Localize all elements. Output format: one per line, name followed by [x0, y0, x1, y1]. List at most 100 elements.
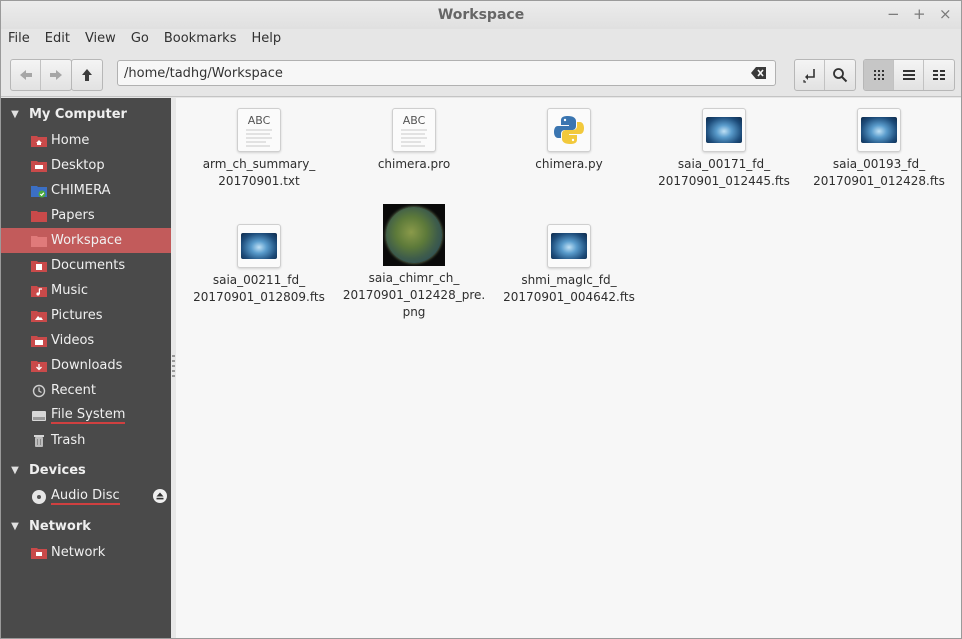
downloads-folder-icon: [31, 359, 47, 373]
file-name: chimera.pro: [377, 157, 451, 171]
sidebar-item-downloads[interactable]: Downloads: [1, 353, 171, 378]
sidebar-item-pictures[interactable]: Pictures: [1, 303, 171, 328]
file-name: saia_00193_fd_ 20170901_012428.fts: [813, 157, 945, 188]
sidebar-item-recent[interactable]: Recent: [1, 378, 171, 403]
forward-button[interactable]: [41, 60, 71, 90]
list-view-icon: [902, 70, 915, 80]
sidebar-item-videos[interactable]: Videos: [1, 328, 171, 353]
image-thumbnail: [383, 204, 445, 266]
section-title: Network: [29, 518, 91, 534]
collapse-arrow-icon: ▼: [11, 108, 19, 120]
drive-icon: [31, 409, 47, 423]
pictures-folder-icon: [31, 309, 47, 323]
file-item[interactable]: chimera.py: [494, 108, 644, 173]
sidebar-item-chimera[interactable]: CHIMERA: [1, 178, 171, 203]
text-file-icon: ABC: [237, 108, 281, 152]
up-button[interactable]: [72, 60, 102, 90]
menu-bar: File Edit View Go Bookmarks Help: [1, 29, 961, 51]
sidebar-item-desktop[interactable]: Desktop: [1, 153, 171, 178]
sidebar-item-home[interactable]: Home: [1, 128, 171, 153]
file-item[interactable]: saia_00193_fd_ 20170901_012428.fts: [804, 108, 954, 190]
menu-go[interactable]: Go: [131, 29, 149, 51]
disc-icon: [31, 489, 47, 504]
file-item[interactable]: ABC arm_ch_summary_ 20170901.txt: [184, 108, 334, 190]
collapse-arrow-icon: ▼: [11, 464, 19, 476]
shared-folder-icon: [31, 184, 47, 198]
file-name: saia_00171_fd_ 20170901_012445.fts: [658, 157, 790, 188]
minimize-button[interactable]: −: [887, 5, 900, 23]
documents-folder-icon: [31, 259, 47, 273]
file-item[interactable]: shmi_maglc_fd_ 20170901_004642.fts: [494, 224, 644, 306]
navigation-buttons: [10, 59, 72, 91]
file-item[interactable]: saia_00211_fd_ 20170901_012809.fts: [184, 224, 334, 306]
svg-text:ABC: ABC: [248, 114, 271, 127]
toggle-location-button[interactable]: [795, 60, 825, 90]
trash-icon: [31, 434, 47, 448]
file-item[interactable]: saia_chimr_ch_ 20170901_012428_pre. png: [339, 204, 489, 321]
file-manager-window: Workspace − + × File Edit View Go Bookma…: [0, 0, 962, 639]
network-icon: [31, 546, 47, 560]
file-name: arm_ch_summary_ 20170901.txt: [202, 157, 316, 188]
toolbar: [1, 51, 961, 97]
menu-file[interactable]: File: [8, 29, 30, 51]
fits-file-icon: [702, 108, 746, 152]
close-button[interactable]: ×: [939, 5, 952, 23]
search-button[interactable]: [825, 60, 855, 90]
back-arrow-icon: [19, 70, 32, 80]
menu-bookmarks[interactable]: Bookmarks: [164, 29, 237, 51]
up-arrow-icon: [82, 69, 92, 81]
videos-folder-icon: [31, 334, 47, 348]
file-item[interactable]: ABC chimera.pro: [339, 108, 489, 173]
back-button[interactable]: [11, 60, 41, 90]
file-name: shmi_maglc_fd_ 20170901_004642.fts: [503, 273, 635, 304]
desktop-folder-icon: [31, 159, 47, 173]
section-my-computer[interactable]: ▼ My Computer: [1, 102, 171, 126]
sidebar-item-music[interactable]: Music: [1, 278, 171, 303]
view-mode-buttons: [863, 59, 955, 91]
svg-text:ABC: ABC: [403, 114, 426, 127]
title-bar[interactable]: Workspace − + ×: [1, 1, 961, 29]
window-controls: − + ×: [887, 5, 952, 23]
menu-view[interactable]: View: [85, 29, 116, 51]
file-view: ABC arm_ch_summary_ 20170901.txt ABC chi…: [176, 98, 961, 638]
icon-view-button[interactable]: [864, 60, 894, 90]
recent-icon: [31, 384, 47, 398]
location-toggle-icon: [802, 69, 815, 83]
action-buttons: [794, 59, 856, 91]
text-file-icon: ABC: [392, 108, 436, 152]
fits-file-icon: [857, 108, 901, 152]
sidebar-item-trash[interactable]: Trash: [1, 428, 171, 453]
section-network[interactable]: ▼ Network: [1, 514, 171, 538]
grid-view-icon: [873, 70, 884, 80]
window-title: Workspace: [437, 7, 525, 23]
sidebar-item-file-system[interactable]: File System: [1, 403, 171, 428]
compact-view-button[interactable]: [924, 60, 954, 90]
forward-arrow-icon: [50, 70, 62, 80]
folder-icon: [31, 234, 47, 248]
menu-edit[interactable]: Edit: [45, 29, 70, 51]
pane-grip-handle[interactable]: [172, 355, 175, 379]
sidebar-item-audio-disc[interactable]: Audio Disc: [1, 484, 171, 509]
collapse-arrow-icon: ▼: [11, 520, 19, 532]
location-bar[interactable]: [117, 60, 776, 86]
list-view-button[interactable]: [894, 60, 924, 90]
folder-icon: [31, 209, 47, 223]
file-item[interactable]: saia_00171_fd_ 20170901_012445.fts: [649, 108, 799, 190]
location-input[interactable]: [124, 64, 724, 82]
sidebar-item-network[interactable]: Network: [1, 540, 171, 565]
eject-icon[interactable]: [153, 489, 167, 503]
music-folder-icon: [31, 284, 47, 298]
maximize-button[interactable]: +: [913, 5, 926, 23]
sidebar-item-documents[interactable]: Documents: [1, 253, 171, 278]
file-name: saia_00211_fd_ 20170901_012809.fts: [193, 273, 325, 304]
home-folder-icon: [31, 134, 47, 148]
menu-help[interactable]: Help: [251, 29, 281, 51]
clear-location-icon[interactable]: [751, 66, 767, 80]
up-button-group: [71, 59, 103, 91]
sidebar-item-workspace[interactable]: Workspace: [1, 228, 171, 253]
sidebar-item-papers[interactable]: Papers: [1, 203, 171, 228]
section-title: My Computer: [29, 106, 127, 122]
sidebar: ▼ My Computer Home Desktop CHIMERA Paper…: [1, 98, 171, 638]
section-devices[interactable]: ▼ Devices: [1, 458, 171, 482]
python-file-icon: [547, 108, 591, 152]
